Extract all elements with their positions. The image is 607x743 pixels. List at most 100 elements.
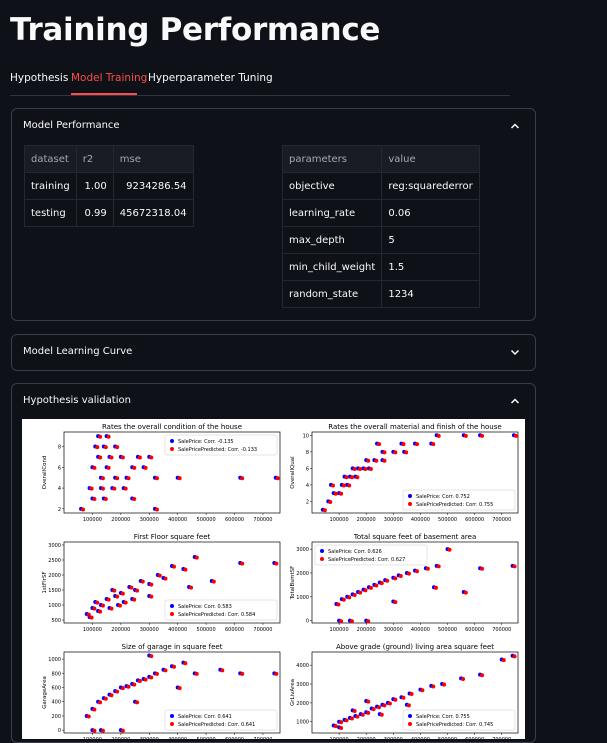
data-point-predicted xyxy=(347,483,352,488)
data-point-predicted xyxy=(431,684,436,689)
data-point-predicted xyxy=(98,609,103,614)
data-point-predicted xyxy=(368,585,373,590)
data-point-predicted xyxy=(363,588,368,593)
x-tick-label: 300000 xyxy=(140,517,159,523)
x-tick-label: 200000 xyxy=(111,517,130,523)
data-point-predicted xyxy=(463,433,468,438)
legend-entry: SalePrice: Corr. -0.135 xyxy=(178,439,234,445)
table-row: max_depth 5 xyxy=(281,226,480,254)
data-point-predicted xyxy=(149,594,154,599)
data-point-predicted xyxy=(118,603,122,608)
legend-marker xyxy=(408,722,412,726)
legend-marker xyxy=(170,604,174,608)
data-point-predicted xyxy=(92,465,97,470)
validation-plots-image: Rates the overall condition of the house… xyxy=(22,419,525,739)
metrics-table: dataset r2 mse training 1.00 9234286.54 … xyxy=(24,145,194,227)
y-tick-label: 200 xyxy=(51,714,61,720)
data-point-predicted xyxy=(274,671,279,676)
legend-entry: SalePricePredicted: Corr. -0.133 xyxy=(178,447,257,453)
data-point-predicted xyxy=(183,567,188,572)
table-row: learning_rate 0.06 xyxy=(281,199,480,227)
table-cell: 1.5 xyxy=(381,253,480,281)
table-cell: 1234 xyxy=(381,280,480,308)
chevron-down-icon[interactable] xyxy=(509,346,521,358)
legend-entry: SalePricePredicted: Corr. 0.641 xyxy=(178,722,255,728)
hypothesis-validation-header[interactable]: Hypothesis validation xyxy=(12,384,535,418)
data-point-predicted xyxy=(512,654,517,659)
chevron-up-icon[interactable] xyxy=(509,120,521,132)
data-point-predicted xyxy=(103,696,108,701)
table-cell: max_depth xyxy=(281,226,383,254)
data-point-predicted xyxy=(81,507,86,512)
y-tick-label: 1000 xyxy=(48,603,61,609)
x-tick-label: 700000 xyxy=(492,627,511,633)
x-tick-label: 600000 xyxy=(465,737,484,739)
data-point-predicted xyxy=(409,692,414,697)
data-point-predicted xyxy=(406,703,411,708)
data-point-predicted xyxy=(132,597,137,602)
table-cell: 1.00 xyxy=(75,172,114,200)
data-point-predicted xyxy=(120,455,125,460)
data-point-predicted xyxy=(358,590,363,595)
data-point-predicted xyxy=(98,700,103,705)
x-tick-label: 100000 xyxy=(330,627,349,633)
data-point-predicted xyxy=(86,714,91,719)
data-point-predicted xyxy=(385,578,390,583)
x-tick-label: 500000 xyxy=(438,627,457,633)
data-point-predicted xyxy=(431,442,436,447)
x-tick-label: 100000 xyxy=(83,737,102,739)
data-point-predicted xyxy=(109,455,114,460)
data-point-predicted xyxy=(406,571,411,576)
legend-marker xyxy=(170,714,174,718)
data-point-predicted xyxy=(393,450,398,455)
data-point-predicted xyxy=(154,671,159,676)
data-point-predicted xyxy=(366,458,371,463)
y-tick-label: 6 xyxy=(58,465,61,471)
data-point-predicted xyxy=(189,585,194,590)
tab-hypothesis[interactable]: Hypothesis xyxy=(10,72,68,84)
plot-title: Size of garage in square feet xyxy=(122,643,223,651)
legend-marker xyxy=(320,557,324,561)
x-tick-label: 200000 xyxy=(357,517,376,523)
tab-model-training[interactable]: Model Training xyxy=(71,72,147,84)
y-tick-label: 1500 xyxy=(48,588,61,594)
x-tick-label: 400000 xyxy=(168,737,187,739)
data-point-predicted xyxy=(480,566,485,571)
data-point-predicted xyxy=(333,491,338,496)
x-tick-label: 700000 xyxy=(492,737,511,739)
x-tick-label: 200000 xyxy=(357,627,376,633)
table-row: testing 0.99 45672318.04 xyxy=(24,199,194,227)
y-tick-label: 1000 xyxy=(48,657,61,663)
data-point-predicted xyxy=(92,707,97,712)
data-point-predicted xyxy=(339,720,344,725)
data-point-predicted xyxy=(137,679,142,684)
x-tick-label: 500000 xyxy=(197,627,216,633)
y-tick-label: 600 xyxy=(51,686,61,692)
data-point-predicted xyxy=(442,682,447,687)
column-header: dataset xyxy=(24,145,77,173)
table-row: objective reg:squarederror xyxy=(281,172,480,200)
x-tick-label: 600000 xyxy=(465,627,484,633)
y-axis-label: TotalBsmtSF xyxy=(290,566,296,601)
data-point-predicted xyxy=(183,661,188,666)
legend-entry: SalePrice: Corr. 0.755 xyxy=(416,714,470,720)
data-point-predicted xyxy=(154,507,159,512)
x-tick-label: 700000 xyxy=(253,627,272,633)
data-point-predicted xyxy=(220,668,225,673)
model-performance-header[interactable]: Model Performance xyxy=(12,109,535,143)
data-point-predicted xyxy=(109,693,114,698)
legend-marker xyxy=(320,549,324,553)
scatter-panel: Above grade (ground) living area square … xyxy=(290,643,519,739)
learning-curve-header[interactable]: Model Learning Curve xyxy=(12,335,535,369)
page-title: Training Performance xyxy=(10,12,381,48)
data-point-predicted xyxy=(89,486,94,491)
data-point-predicted xyxy=(129,585,134,590)
data-point-predicted xyxy=(123,486,128,491)
data-point-predicted xyxy=(328,500,333,505)
chevron-up-icon[interactable] xyxy=(509,395,521,407)
data-point-predicted xyxy=(211,579,216,584)
y-tick-label: 2000 xyxy=(48,573,61,579)
tab-hyperparameter-tuning[interactable]: Hyperparameter Tuning xyxy=(148,72,273,84)
data-point-predicted xyxy=(194,555,199,560)
legend-entry: SalePricePredicted: Corr. 0.584 xyxy=(178,612,255,618)
